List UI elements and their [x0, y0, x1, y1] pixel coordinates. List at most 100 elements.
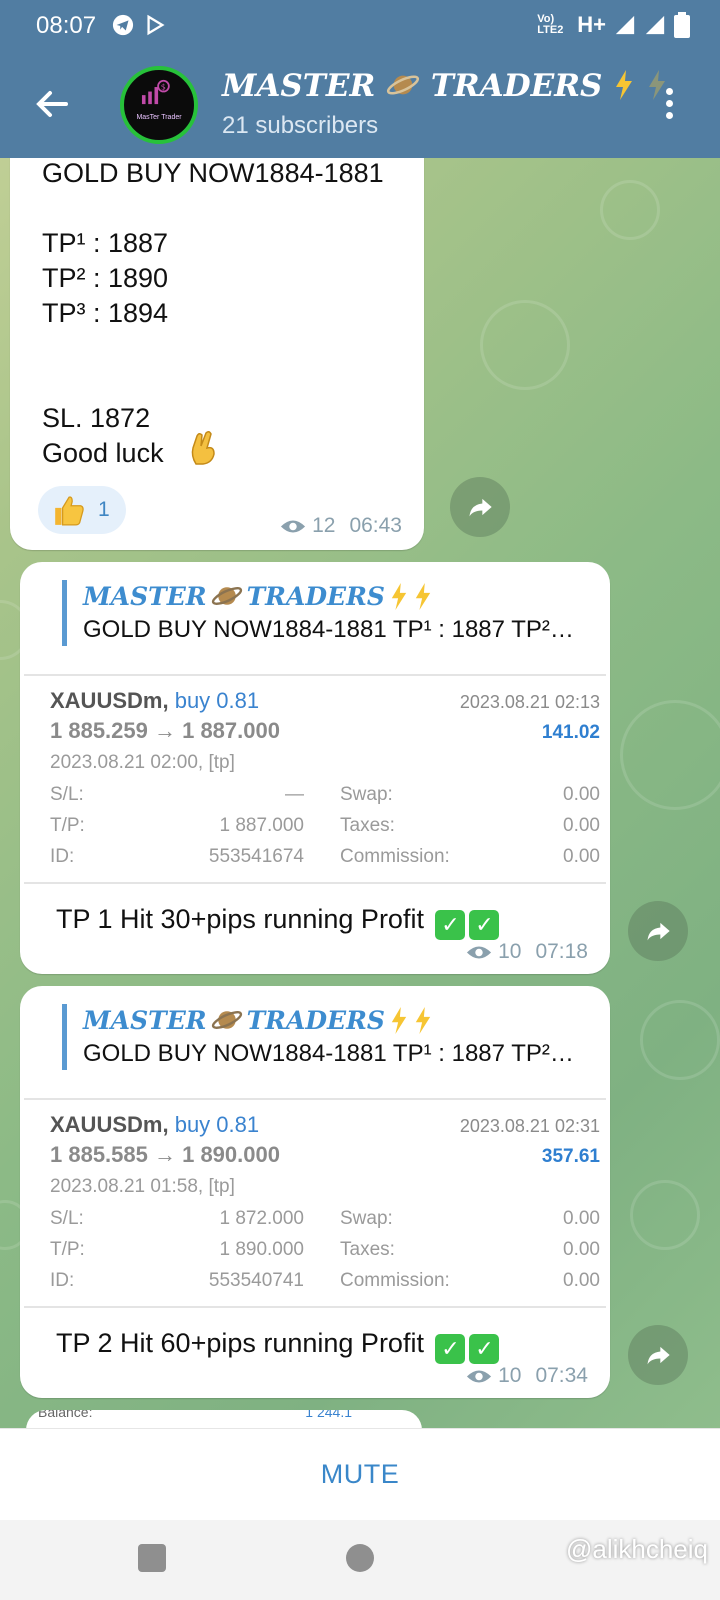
trade-profit: 141.02	[541, 722, 600, 743]
title-word-master: MASTER	[222, 68, 376, 104]
trade-row-sl: S/L: — Swap: 0.00	[50, 784, 600, 814]
reaction-thumbs-up[interactable]: 1	[38, 486, 126, 534]
signal-icon	[645, 15, 665, 35]
sl-label: S/L:	[50, 1208, 84, 1229]
trade-row-tp: T/P: 1 890.000 Taxes: 0.00	[50, 1239, 600, 1269]
trade-prices: 1 885.585 → 1 890.000	[50, 1142, 280, 1167]
trade-screenshot[interactable]: XAUUSDm, buy 0.81 2023.08.21 02:13 1 885…	[24, 674, 606, 884]
reply-text: GOLD BUY NOW1884-1881 TP¹ : 1887 TP²…	[83, 616, 574, 643]
trade-row-tp: T/P: 1 887.000 Taxes: 0.00	[50, 815, 600, 845]
subscriber-count: 21 subscribers	[222, 112, 379, 139]
tp-value: 1 890.000	[219, 1239, 304, 1260]
tp-label: T/P:	[50, 815, 85, 836]
reply-preview[interactable]: MASTER TRADERS GOLD BUY NOW1884-1881 TP¹…	[62, 1004, 622, 1070]
swap-label: Swap:	[340, 1208, 393, 1229]
trade-side: buy 0.81	[174, 688, 260, 713]
trade-row-sl: S/L: 1 872.000 Swap: 0.00	[50, 1208, 600, 1238]
status-system-icons: Vo) LTE2 H+	[537, 12, 690, 38]
battery-icon	[674, 12, 690, 38]
crossed-fingers-icon	[191, 430, 215, 465]
tp-value: 1 887.000	[219, 815, 304, 836]
share-button[interactable]	[628, 1325, 688, 1385]
trade-profit: 357.61	[541, 1146, 600, 1167]
lightning-icon	[391, 1006, 407, 1034]
channel-title[interactable]: MASTER TRADERS	[222, 68, 668, 104]
eye-icon	[281, 519, 306, 533]
lightning-icon	[415, 1006, 431, 1034]
signal-type: H+	[577, 12, 606, 37]
sl-value: —	[285, 784, 304, 805]
commission-label: Commission:	[340, 1270, 450, 1291]
share-icon	[469, 498, 492, 517]
symbol-label: XAUUSDm,	[50, 688, 169, 713]
share-button[interactable]	[628, 901, 688, 961]
app-header: 08:07 Vo) LTE2 H+ $ MasTer Trader MASTER…	[0, 0, 720, 158]
sl-value: 1 872.000	[219, 1208, 304, 1229]
check-mark-icon: ✓	[435, 910, 466, 940]
trade-close-date: 2023.08.21 02:13	[459, 692, 600, 712]
channel-avatar[interactable]: $ MasTer Trader	[120, 66, 198, 144]
recent-apps-icon[interactable]	[138, 1544, 166, 1572]
view-count: 12	[312, 514, 336, 537]
symbol-label: XAUUSDm,	[50, 1112, 169, 1137]
reply-title-master: MASTER	[83, 1005, 207, 1035]
mute-button[interactable]: MUTE	[321, 1459, 400, 1490]
message-bubble[interactable]: GOLD BUY NOW1884-1881 TP¹ : 1887 TP² : 1…	[10, 120, 424, 550]
reply-title-traders: TRADERS	[246, 1005, 385, 1035]
trade-symbol: XAUUSDm, buy 0.81	[50, 1112, 259, 1138]
message-time: 07:18	[535, 940, 588, 963]
check-mark-icon: ✓	[469, 1334, 500, 1364]
reply-preview[interactable]: MASTER TRADERS GOLD BUY NOW1884-1881 TP¹…	[62, 580, 622, 646]
taxes-label: Taxes:	[340, 1239, 395, 1260]
trade-prices: 1 885.259 → 1 887.000	[50, 718, 280, 743]
share-button[interactable]	[450, 477, 510, 537]
swap-label: Swap:	[340, 784, 393, 805]
message-text: GOLD BUY NOW1884-1881 TP¹ : 1887 TP² : 1…	[42, 158, 384, 468]
share-icon	[647, 922, 670, 941]
message-text: TP 1 Hit 30+pips running Profit ✓ ✓	[56, 904, 500, 940]
taxes-value: 0.00	[563, 1239, 600, 1260]
trade-open-date: 2023.08.21 02:00, [tp]	[50, 752, 235, 773]
partial-balance-label: Balance:	[38, 1410, 93, 1420]
mute-bar: MUTE	[0, 1428, 720, 1520]
id-label: ID:	[50, 1270, 75, 1291]
thumbs-up-icon	[55, 496, 84, 526]
reply-title: MASTER TRADERS	[83, 580, 622, 612]
trade-side: buy 0.81	[174, 1112, 260, 1137]
status-notification-icons	[112, 14, 166, 36]
planet-icon	[211, 1011, 242, 1029]
id-value: 553541674	[208, 846, 304, 867]
trade-open-date: 2023.08.21 01:58, [tp]	[50, 1176, 235, 1197]
trade-close-date: 2023.08.21 02:31	[459, 1116, 600, 1136]
share-icon	[647, 1346, 670, 1365]
more-vert-icon[interactable]	[666, 88, 676, 122]
message-bubble[interactable]: MASTER TRADERS GOLD BUY NOW1884-1881 TP¹…	[20, 986, 610, 1398]
reply-title-master: MASTER	[83, 581, 207, 611]
network-type: Vo) LTE2	[537, 13, 564, 36]
trade-row-id: ID: 553540741 Commission: 0.00	[50, 1270, 600, 1300]
taxes-label: Taxes:	[340, 815, 395, 836]
reply-text: GOLD BUY NOW1884-1881 TP¹ : 1887 TP²…	[83, 1040, 574, 1067]
play-icon	[147, 14, 165, 36]
tp-label: T/P:	[50, 1239, 85, 1260]
watermark-text: @alikhcheiq	[565, 1534, 708, 1564]
home-icon[interactable]	[346, 1544, 374, 1572]
message-bubble[interactable]: MASTER TRADERS GOLD BUY NOW1884-1881 TP¹…	[20, 562, 610, 974]
swap-value: 0.00	[563, 1208, 600, 1229]
id-value: 553540741	[208, 1270, 304, 1291]
telegram-icon	[112, 14, 134, 36]
check-mark-icon: ✓	[435, 1334, 466, 1364]
trade-screenshot[interactable]: XAUUSDm, buy 0.81 2023.08.21 02:31 1 885…	[24, 1098, 606, 1308]
trade-row-id: ID: 553541674 Commission: 0.00	[50, 846, 600, 876]
back-arrow-icon[interactable]	[32, 84, 72, 124]
trade-symbol: XAUUSDm, buy 0.81	[50, 688, 259, 714]
svg-text:$: $	[161, 83, 166, 92]
commission-value: 0.00	[563, 1270, 600, 1291]
check-mark-icon: ✓	[469, 910, 500, 940]
planet-icon	[211, 587, 242, 605]
status-time: 08:07	[36, 12, 97, 39]
eye-icon	[467, 1369, 492, 1383]
commission-label: Commission:	[340, 846, 450, 867]
planet-icon	[386, 75, 420, 95]
reply-title: MASTER TRADERS	[83, 1004, 622, 1036]
